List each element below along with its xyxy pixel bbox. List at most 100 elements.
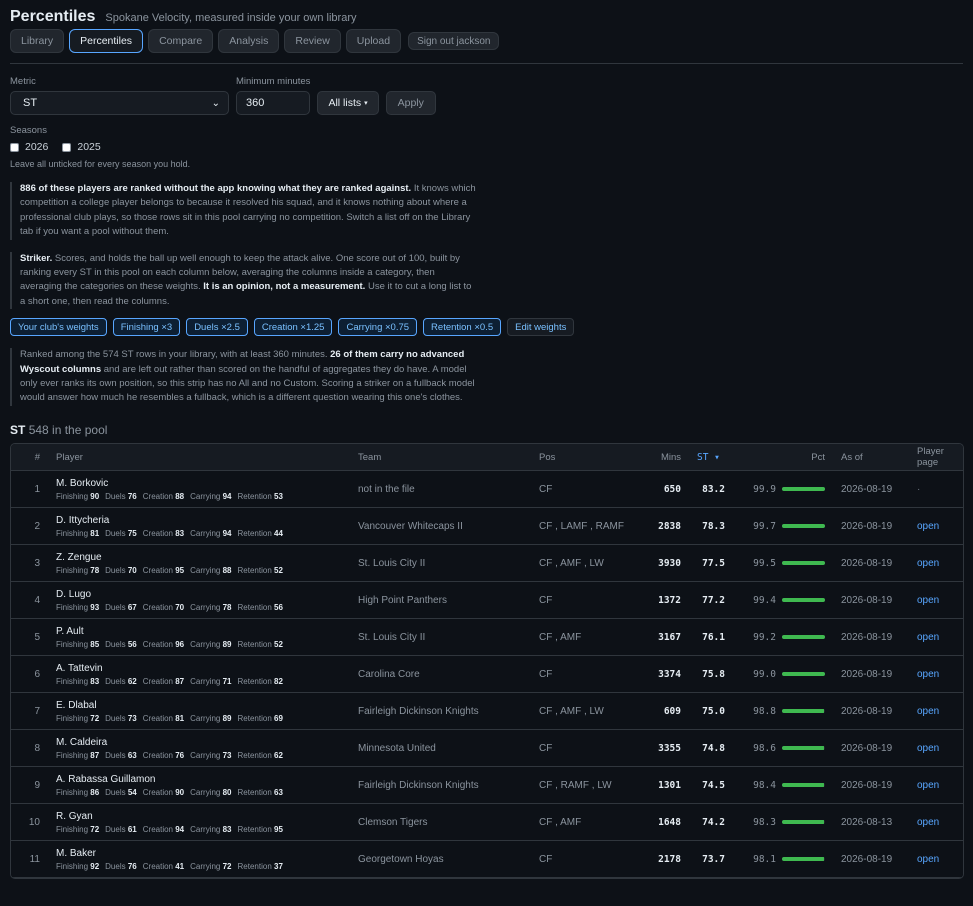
player-page-cell[interactable]: open xyxy=(909,840,963,879)
table-row[interactable]: 1 M. Borkovic Finishing 90 Duels 76 Creation… xyxy=(11,470,963,509)
player-page-link[interactable]: open xyxy=(917,743,939,754)
table-row[interactable]: 8 M. Caldeira Finishing 87 Duels 63 Creation… xyxy=(11,729,963,768)
tab-library[interactable]: Library xyxy=(10,29,65,53)
weight-pill-club[interactable]: Your club's weights xyxy=(10,318,107,337)
table-row[interactable]: 11 M. Baker Finishing 92 Duels 76 Creation 4… xyxy=(11,840,963,879)
player-page-link[interactable]: open xyxy=(917,817,939,828)
metric-sub-value: 70 xyxy=(127,565,137,575)
player-name[interactable]: D. Lugo xyxy=(56,589,342,600)
player-page-link[interactable]: open xyxy=(917,669,939,680)
col-player[interactable]: Player xyxy=(48,443,350,472)
table-row[interactable]: 5 P. Ault Finishing 85 Duels 56 Creation 96 C… xyxy=(11,618,963,657)
player-name[interactable]: D. Ittycheria xyxy=(56,515,342,526)
metric-sub-value: 70 xyxy=(175,602,185,612)
col-pos[interactable]: Pos xyxy=(531,443,641,472)
player-page-link[interactable]: open xyxy=(917,558,939,569)
col-team[interactable]: Team xyxy=(350,443,531,472)
player-page-link[interactable]: open xyxy=(917,632,939,643)
weight-pill-duels[interactable]: Duels ×2.5 xyxy=(186,318,248,337)
mins-cell: 3930 xyxy=(641,544,689,583)
player-page-cell[interactable]: open xyxy=(909,766,963,805)
player-page-link[interactable]: open xyxy=(917,706,939,717)
metric-sub-value: 95 xyxy=(175,565,185,575)
pct-cell: 99.7 xyxy=(733,507,833,546)
weight-pill-retention[interactable]: Retention ×0.5 xyxy=(423,318,502,337)
metric-sub-value: 96 xyxy=(175,639,185,649)
mins-cell: 3167 xyxy=(641,618,689,657)
tab-percentiles[interactable]: Percentiles xyxy=(69,29,144,53)
metric-sub-label: Retention xyxy=(237,491,272,501)
lists-label: All lists xyxy=(328,97,362,109)
pct-bar xyxy=(782,709,825,714)
mins-cell: 1301 xyxy=(641,766,689,805)
pct-bar-fill xyxy=(782,561,825,566)
pos-cell: CF , AMF xyxy=(531,618,641,657)
col-as-of[interactable]: As of xyxy=(833,443,909,472)
player-page-cell[interactable]: open xyxy=(909,581,963,620)
player-page-cell[interactable]: open xyxy=(909,803,963,842)
sign-out-button[interactable]: Sign out jackson xyxy=(408,32,500,50)
table-row[interactable]: 3 Z. Zengue Finishing 78 Duels 70 Creation 9… xyxy=(11,544,963,583)
weight-pill-finishing[interactable]: Finishing ×3 xyxy=(112,318,181,337)
edit-weights-button[interactable]: Edit weights xyxy=(507,318,575,337)
team-cell: Vancouver Whitecaps II xyxy=(350,507,531,546)
season-2026-checkbox[interactable]: 2026 xyxy=(10,141,48,153)
player-name[interactable]: E. Dlabal xyxy=(56,700,342,711)
player-page-cell[interactable]: open xyxy=(909,655,963,694)
apply-button[interactable]: Apply xyxy=(385,91,436,115)
lists-dropdown[interactable]: All lists ▾ xyxy=(317,91,379,115)
metric-sub-label: Finishing xyxy=(56,528,89,538)
metric-sub-label: Duels xyxy=(105,861,126,871)
tab-analysis[interactable]: Analysis xyxy=(218,29,280,53)
player-name[interactable]: M. Borkovic xyxy=(56,478,342,489)
page-title: Percentiles xyxy=(10,8,96,25)
player-name[interactable]: A. Rabassa Guillamon xyxy=(56,774,342,785)
pct-cell: 98.1 xyxy=(733,840,833,879)
metric-sub-label: Finishing xyxy=(56,565,89,575)
player-page-link[interactable]: open xyxy=(917,854,939,865)
player-page-link[interactable]: open xyxy=(917,595,939,606)
seasons-hint: Leave all unticked for every season you … xyxy=(10,159,191,169)
table-row[interactable]: 4 D. Lugo Finishing 93 Duels 67 Creation 70 C… xyxy=(11,581,963,620)
player-name[interactable]: M. Baker xyxy=(56,848,342,859)
table-row[interactable]: 10 R. Gyan Finishing 72 Duels 61 Creation 94… xyxy=(11,803,963,842)
table-row[interactable]: 6 A. Tattevin Finishing 83 Duels 62 Creation… xyxy=(11,655,963,694)
player-name[interactable]: M. Caldeira xyxy=(56,737,342,748)
player-cell: M. Caldeira Finishing 87 Duels 63 Creation … xyxy=(48,729,350,768)
col-pct[interactable]: Pct xyxy=(733,443,833,472)
player-page-cell[interactable]: open xyxy=(909,544,963,583)
player-name[interactable]: R. Gyan xyxy=(56,811,342,822)
as-of-cell: 2026-08-19 xyxy=(833,618,909,657)
tab-upload[interactable]: Upload xyxy=(345,29,402,53)
pct-cell: 98.3 xyxy=(733,803,833,842)
player-name[interactable]: Z. Zengue xyxy=(56,552,342,563)
weight-pill-carrying[interactable]: Carrying ×0.75 xyxy=(338,318,418,337)
table-row[interactable]: 2 D. Ittycheria Finishing 81 Duels 75 Creati… xyxy=(11,507,963,546)
weight-pill-creation[interactable]: Creation ×1.25 xyxy=(253,318,333,337)
player-page-cell[interactable]: open xyxy=(909,618,963,657)
rank-cell: 5 xyxy=(11,618,48,657)
col-mins[interactable]: Mins xyxy=(641,443,689,472)
season-2025-checkbox[interactable]: 2025 xyxy=(62,141,101,153)
table-row[interactable]: 7 E. Dlabal Finishing 72 Duels 73 Creation 8… xyxy=(11,692,963,731)
table-row[interactable]: 9 A. Rabassa Guillamon Finishing 86 Duels 5… xyxy=(11,766,963,805)
player-page-cell[interactable]: open xyxy=(909,692,963,731)
mins-cell: 3374 xyxy=(641,655,689,694)
metric-sub-value: 82 xyxy=(274,676,283,686)
player-page-link[interactable]: open xyxy=(917,521,939,532)
col-score-sorted[interactable]: ST ▾ xyxy=(689,443,733,472)
metric-select[interactable]: ST ⌄ xyxy=(10,91,229,115)
as-of-cell: 2026-08-19 xyxy=(833,544,909,583)
tab-review[interactable]: Review xyxy=(284,29,341,53)
player-subscores: Finishing 92 Duels 76 Creation 41 Carrying … xyxy=(56,862,342,871)
pos-cell: CF , AMF , LW xyxy=(531,544,641,583)
minimum-minutes-input[interactable]: 360 xyxy=(236,91,310,115)
player-page-cell[interactable]: open xyxy=(909,729,963,768)
score-cell: 74.5 xyxy=(689,766,733,805)
player-name[interactable]: P. Ault xyxy=(56,626,342,637)
player-page-cell[interactable]: open xyxy=(909,507,963,546)
player-page-link[interactable]: open xyxy=(917,780,939,791)
tab-compare[interactable]: Compare xyxy=(148,29,214,53)
player-name[interactable]: A. Tattevin xyxy=(56,663,342,674)
pct-bar-fill xyxy=(782,524,825,529)
